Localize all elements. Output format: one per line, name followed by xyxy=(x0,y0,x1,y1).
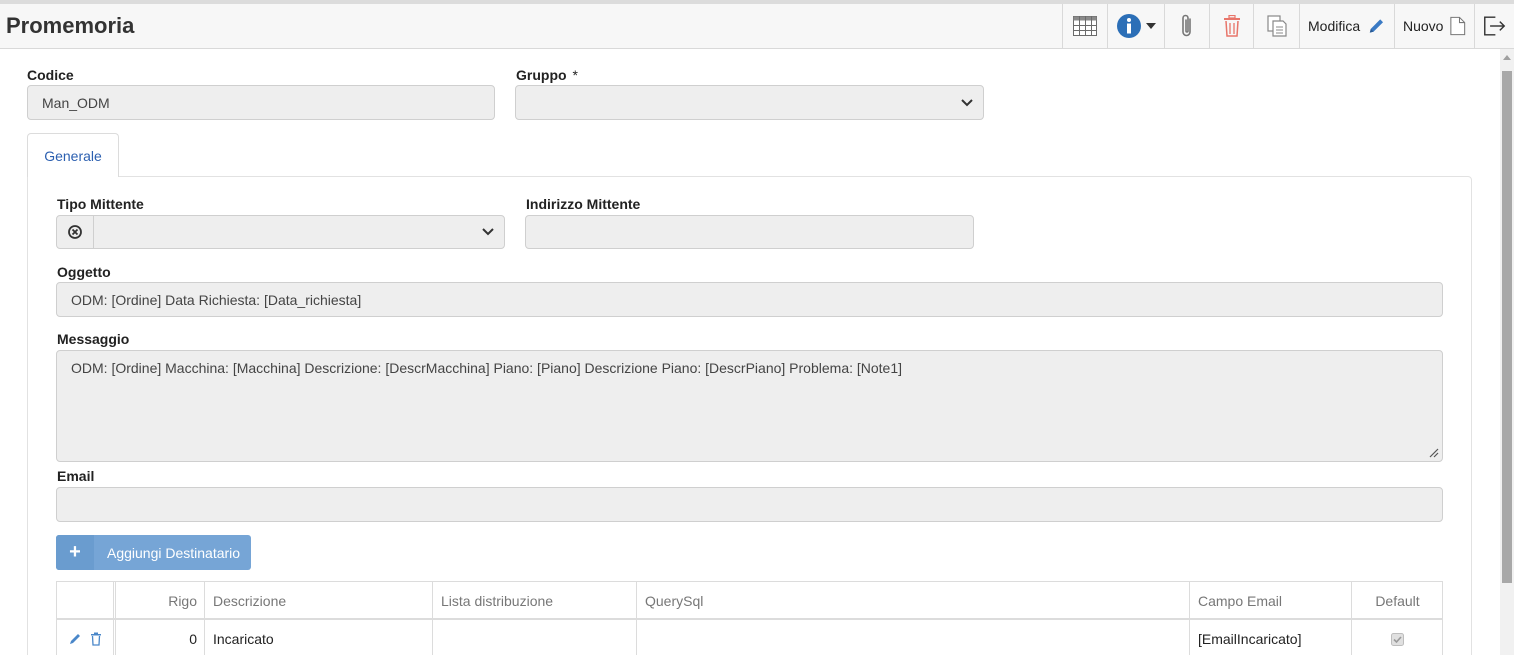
edit-button[interactable]: Modifica xyxy=(1299,4,1394,48)
caret-down-icon xyxy=(1146,23,1156,29)
codice-field[interactable]: Man_ODM xyxy=(27,85,495,120)
tipo-mittente-select[interactable] xyxy=(56,215,505,249)
indirizzo-mittente-label: Indirizzo Mittente xyxy=(526,196,641,212)
clear-circle-icon xyxy=(68,225,82,239)
page-header: Promemoria Modifica Nuovo xyxy=(0,4,1514,49)
edit-row-pencil-icon[interactable] xyxy=(68,632,82,646)
chevron-down-icon xyxy=(961,98,973,106)
copy-icon xyxy=(1266,15,1287,37)
exit-icon xyxy=(1484,16,1506,36)
gruppo-select[interactable] xyxy=(515,85,984,120)
new-button[interactable]: Nuovo xyxy=(1394,4,1474,48)
messaggio-label: Messaggio xyxy=(57,331,130,347)
info-icon xyxy=(1117,14,1141,38)
oggetto-value: ODM: [Ordine] Data Richiesta: [Data_rich… xyxy=(71,291,362,308)
attachment-button[interactable] xyxy=(1164,4,1209,48)
messaggio-textarea[interactable]: ODM: [Ordine] Macchina: [Macchina] Descr… xyxy=(56,350,1443,462)
pencil-icon xyxy=(1369,19,1384,33)
column-header-campo-email[interactable]: Campo Email xyxy=(1198,582,1282,619)
table-icon xyxy=(1073,16,1097,36)
table-row-actions xyxy=(63,622,107,655)
grid-view-button[interactable] xyxy=(1062,4,1107,48)
codice-label: Codice xyxy=(27,67,74,83)
clear-selection-button[interactable] xyxy=(57,216,94,248)
scroll-thumb[interactable] xyxy=(1502,71,1512,583)
copy-button[interactable] xyxy=(1253,4,1299,48)
oggetto-field[interactable]: ODM: [Ordine] Data Richiesta: [Data_rich… xyxy=(56,282,1443,317)
chevron-down-icon xyxy=(482,228,494,236)
paperclip-icon xyxy=(1182,14,1191,37)
indirizzo-mittente-field[interactable] xyxy=(525,215,974,249)
oggetto-label: Oggetto xyxy=(57,264,111,280)
codice-value: Man_ODM xyxy=(42,94,110,111)
table-cell-default xyxy=(1352,622,1443,655)
email-field[interactable] xyxy=(56,487,1443,522)
email-label: Email xyxy=(57,468,95,484)
resize-handle-icon[interactable] xyxy=(1429,448,1439,458)
required-marker: * xyxy=(572,67,578,83)
trash-icon xyxy=(1223,15,1240,37)
edit-button-label: Modifica xyxy=(1308,18,1361,34)
table-cell-campo-email: [EmailIncaricato] xyxy=(1198,631,1302,647)
page-title: Promemoria xyxy=(6,13,135,38)
toolbar: Modifica Nuovo xyxy=(1062,4,1514,48)
column-header-descrizione[interactable]: Descrizione xyxy=(213,582,286,619)
new-document-icon xyxy=(1450,16,1466,36)
info-menu-button[interactable] xyxy=(1107,4,1164,48)
messaggio-value: ODM: [Ordine] Macchina: [Macchina] Descr… xyxy=(71,360,903,376)
tipo-mittente-label: Tipo Mittente xyxy=(57,196,144,212)
table-cell-descrizione: Incaricato xyxy=(213,631,274,647)
tab-generale[interactable]: Generale xyxy=(27,133,119,177)
table-cell-rigo: 0 xyxy=(189,631,197,647)
tab-generale-label: Generale xyxy=(44,147,102,164)
vertical-scrollbar[interactable] xyxy=(1500,49,1514,655)
plus-icon: + xyxy=(56,535,94,570)
add-recipient-button[interactable]: + Aggiungi Destinatario xyxy=(56,535,251,570)
recipients-grid: Rigo Descrizione Lista distribuzione Que… xyxy=(56,581,1443,655)
column-header-default[interactable]: Default xyxy=(1352,582,1443,619)
column-header-lista[interactable]: Lista distribuzione xyxy=(441,582,553,619)
delete-row-trash-icon[interactable] xyxy=(90,632,102,646)
delete-button[interactable] xyxy=(1209,4,1253,48)
gruppo-label: Gruppo * xyxy=(516,67,578,83)
logout-button[interactable] xyxy=(1474,4,1514,48)
scroll-up-arrow-icon[interactable] xyxy=(1503,55,1511,60)
default-checkbox-icon[interactable] xyxy=(1391,632,1404,646)
add-recipient-label: Aggiungi Destinatario xyxy=(107,544,241,561)
column-header-rigo[interactable]: Rigo xyxy=(117,582,197,619)
new-button-label: Nuovo xyxy=(1403,18,1444,34)
column-header-querysql[interactable]: QuerySql xyxy=(645,582,703,619)
